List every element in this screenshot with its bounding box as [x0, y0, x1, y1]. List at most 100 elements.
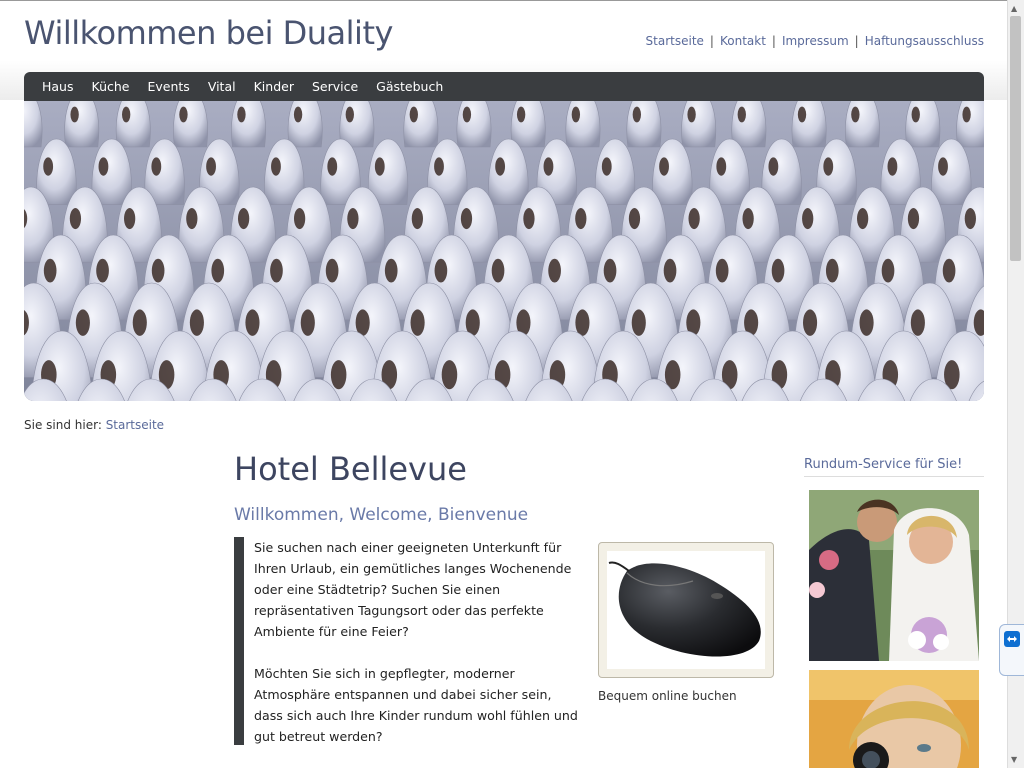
figure-face: [460, 208, 473, 230]
main-navigation: Haus Küche Events Vital Kinder Service G…: [24, 72, 984, 101]
figure-face: [330, 360, 347, 390]
figure-face: [575, 309, 590, 336]
figure-face: [964, 208, 976, 230]
top-links: Startseite | Kontakt | Impressum | Haftungsaus…: [646, 34, 984, 48]
quote-accent-bar: [234, 537, 244, 745]
figure-face: [887, 157, 898, 176]
veiled-figure: [565, 101, 601, 148]
figure-face: [384, 258, 398, 283]
veiled-figure: [681, 101, 716, 148]
figure-face: [688, 208, 700, 230]
remote-support-widget[interactable]: [999, 624, 1024, 676]
nav-item-kinder[interactable]: Kinder: [254, 72, 294, 101]
intro-text: Sie suchen nach einer geeigneten Unterku…: [254, 537, 584, 768]
figure-face: [434, 157, 444, 176]
figure-face: [857, 208, 869, 230]
figure-face: [601, 157, 612, 176]
top-link-haftungsausschluss[interactable]: Haftungsausschluss: [865, 34, 984, 48]
figure-face: [327, 157, 338, 176]
figure-face: [69, 208, 82, 230]
veiled-figure: [956, 101, 984, 148]
veiled-figure: [24, 101, 43, 148]
figure-face: [238, 208, 250, 230]
veiled-figure: [791, 101, 827, 148]
hero-crowd-illustration: [24, 101, 984, 401]
figure-face: [628, 208, 641, 230]
figure-face: [716, 157, 727, 176]
veiled-figure: [731, 101, 767, 148]
wedding-photo[interactable]: [809, 490, 979, 661]
figure-face: [347, 208, 359, 230]
figure-face: [237, 106, 246, 123]
figure-face: [881, 258, 895, 283]
figure-face: [803, 309, 818, 336]
camera-woman-illustration: [809, 670, 979, 768]
scroll-up-icon[interactable]: ▲: [1011, 4, 1017, 13]
top-link-separator: |: [709, 34, 714, 48]
nav-item-service[interactable]: Service: [312, 72, 358, 101]
nav-item-events[interactable]: Events: [147, 72, 189, 101]
remote-support-icon: [1004, 631, 1020, 647]
breadcrumb-prefix: Sie sind hier:: [24, 418, 102, 432]
page-title: Hotel Bellevue: [234, 450, 467, 488]
figure-face: [293, 106, 303, 123]
figure-face: [495, 157, 506, 176]
figure-face: [132, 309, 147, 336]
figure-face: [271, 157, 281, 176]
figure-face: [75, 309, 90, 336]
figure-face: [659, 157, 669, 176]
top-link-startseite[interactable]: Startseite: [646, 34, 704, 48]
online-booking-teaser[interactable]: [598, 542, 774, 678]
veiled-figure: [115, 101, 151, 148]
figure-face: [663, 258, 677, 283]
figure-face: [631, 309, 646, 336]
nav-item-haus[interactable]: Haus: [42, 72, 74, 101]
figure-face: [632, 106, 642, 123]
figure-face: [910, 309, 925, 336]
figure-face: [911, 106, 920, 123]
hero-image: [24, 101, 984, 401]
figure-face: [768, 157, 779, 176]
scrollbar-thumb[interactable]: [1010, 16, 1021, 261]
figure-face: [715, 258, 729, 283]
breadcrumb-link-startseite[interactable]: Startseite: [106, 418, 164, 432]
figure-face: [43, 258, 57, 283]
top-link-separator: |: [771, 34, 776, 48]
figure-face: [293, 208, 306, 230]
figure-face: [575, 208, 587, 230]
figure-face: [345, 106, 354, 123]
site-title: Willkommen bei Duality: [24, 14, 393, 52]
camera-photo[interactable]: [809, 670, 979, 768]
figure-face: [98, 157, 109, 176]
top-link-impressum[interactable]: Impressum: [782, 34, 849, 48]
figure-face: [411, 208, 423, 230]
figure-face: [797, 106, 807, 123]
figure-face: [270, 258, 283, 283]
figure-face: [543, 157, 554, 176]
nav-item-vital[interactable]: Vital: [208, 72, 236, 101]
top-link-separator: |: [854, 34, 859, 48]
figure-face: [571, 106, 581, 123]
veiled-figure: [64, 101, 99, 148]
top-link-kontakt[interactable]: Kontakt: [720, 34, 766, 48]
figure-face: [186, 208, 198, 230]
figure-face: [43, 157, 54, 176]
nav-item-gaestebuch[interactable]: Gästebuch: [376, 72, 443, 101]
figure-face: [410, 309, 425, 336]
figure-face: [851, 106, 860, 123]
figure-face: [325, 258, 339, 283]
teaser-caption[interactable]: Bequem online buchen: [598, 689, 737, 703]
figure-face: [823, 157, 834, 176]
figure-face: [245, 309, 260, 336]
figure-face: [206, 157, 216, 176]
figure-face: [462, 106, 472, 123]
veiled-figure: [456, 101, 492, 148]
figure-face: [687, 106, 696, 123]
scroll-down-icon[interactable]: ▼: [1011, 755, 1017, 764]
figure-face: [124, 208, 136, 230]
figure-face: [938, 157, 948, 176]
nav-item-kueche[interactable]: Küche: [92, 72, 130, 101]
veiled-figure: [173, 101, 208, 148]
veiled-figure: [287, 101, 323, 148]
veiled-figure: [845, 101, 880, 148]
